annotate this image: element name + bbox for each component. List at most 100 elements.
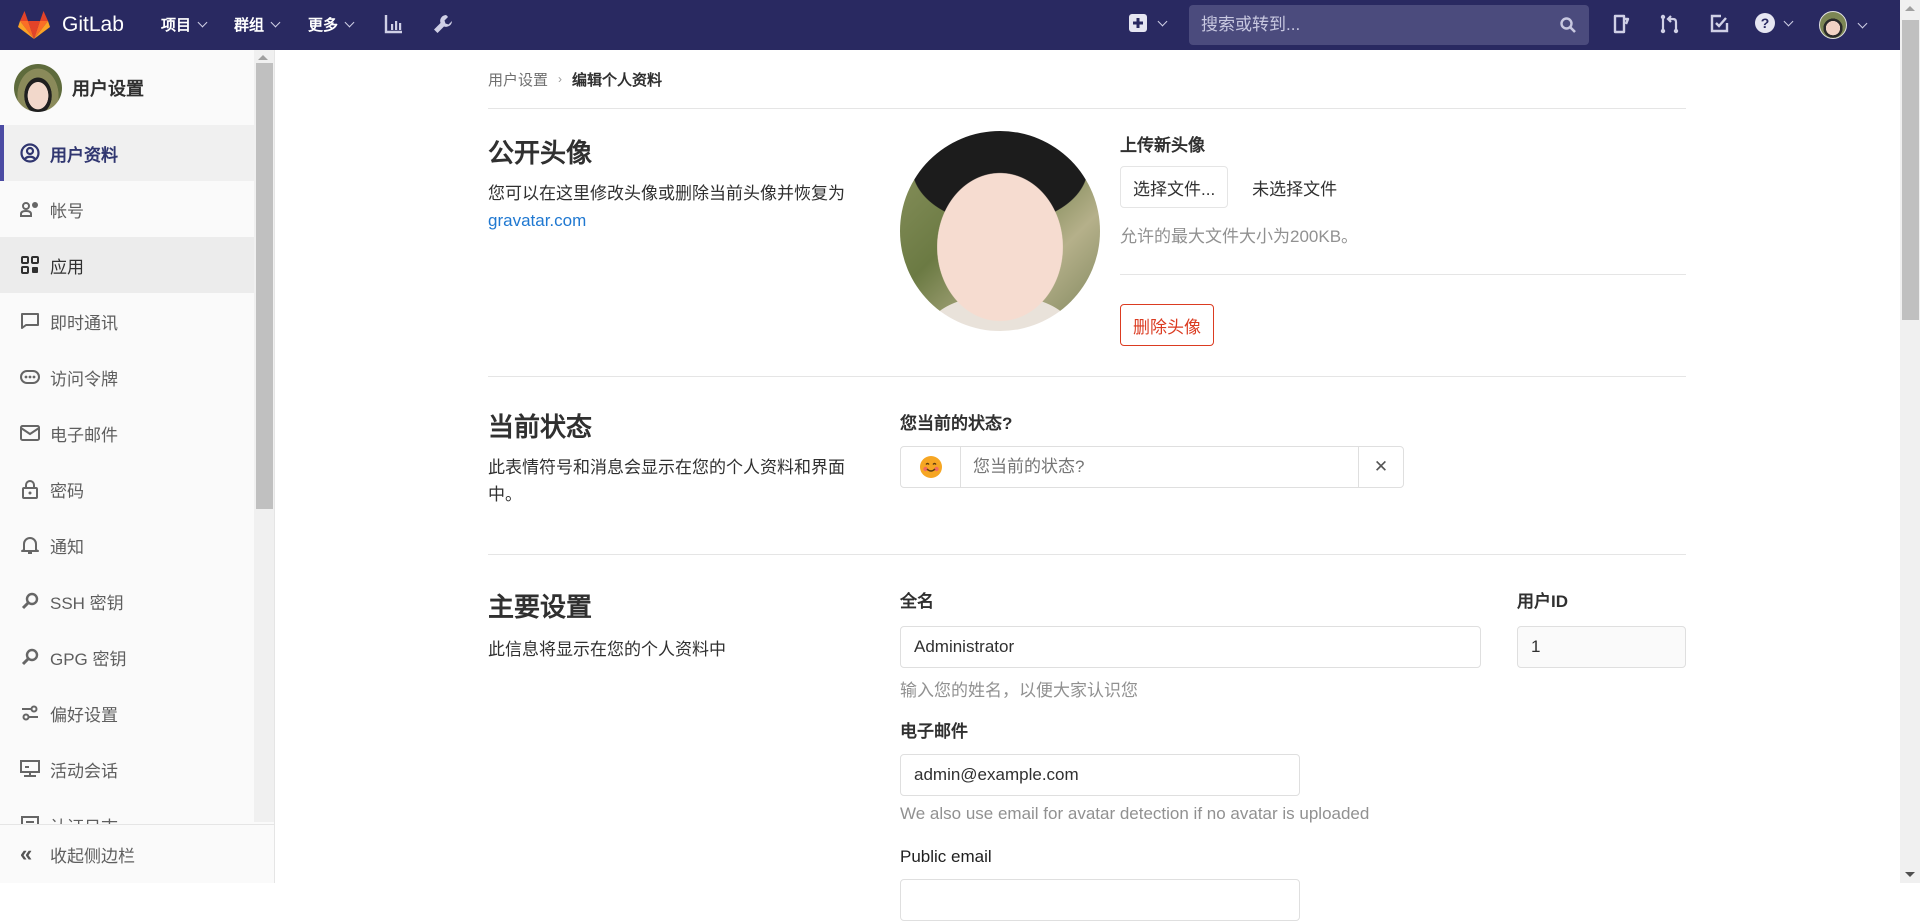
chat-icon (20, 311, 40, 331)
top-navbar: GitLab 项目 群组 更多 ? (0, 0, 1900, 50)
full-name-group: 全名 Administrator 输入您的姓名，以便大家认识您 (900, 587, 1481, 701)
activity-chart-icon[interactable] (384, 13, 404, 40)
status-message-input[interactable] (961, 447, 1358, 487)
sidebar-scrollbar[interactable] (254, 50, 274, 822)
choose-file-button[interactable]: 选择文件... (1120, 166, 1229, 208)
scroll-down-arrow-icon[interactable] (1905, 872, 1915, 877)
gitlab-home-link[interactable]: GitLab (18, 10, 124, 40)
search-icon (1560, 17, 1576, 33)
status-field-group: 您当前的状态? ✕ (900, 409, 1404, 488)
search-box[interactable] (1189, 5, 1589, 45)
main-content: 用户设置 › 编辑个人资料 公开头像 您可以在这里修改头像或删除当前头像并恢复为… (488, 50, 1686, 921)
remove-avatar-button[interactable]: 删除头像 (1120, 304, 1214, 346)
section-title: 当前状态 (488, 412, 593, 442)
nav-more-menu[interactable]: 更多 (308, 14, 355, 35)
sidebar-item-label: 活动会话 (50, 761, 118, 781)
sidebar-item-applications[interactable]: 应用 (0, 237, 254, 293)
email-group: 电子邮件 admin@example.com We also use email… (900, 717, 1369, 824)
sidebar-item-label: 访问令牌 (50, 369, 118, 389)
divider (1120, 274, 1686, 275)
scroll-up-arrow-icon[interactable] (258, 55, 268, 60)
sidebar-item-ssh-keys[interactable]: SSH 密钥 (0, 573, 254, 629)
sidebar-scrollbar-thumb[interactable] (256, 63, 273, 509)
help-dropdown[interactable]: ? (1755, 13, 1794, 33)
search-input[interactable] (1189, 5, 1589, 45)
section-description: 您可以在这里修改头像或删除当前头像并恢复为 gravatar.com (488, 180, 878, 234)
status-input-group: ✕ (900, 446, 1404, 488)
main-settings-section: 主要设置 此信息将显示在您的个人资料中 全名 Administrator 输入您… (488, 555, 1686, 921)
profile-icon (20, 143, 40, 163)
chevron-down-icon (344, 17, 355, 28)
chevron-down-icon (197, 17, 208, 28)
sidebar-item-label: 帐号 (50, 201, 84, 221)
page-scrollbar[interactable] (1900, 0, 1920, 883)
email-icon (20, 423, 40, 443)
public-email-select[interactable] (900, 879, 1300, 921)
sidebar-menu: 用户资料 帐号 应用 即时通讯 访问令牌 电子邮件 密码 通知 SSH 密钥 G… (0, 125, 254, 853)
admin-wrench-icon[interactable] (432, 13, 454, 40)
gravatar-link[interactable]: gravatar.com (488, 211, 586, 230)
key-icon (20, 647, 40, 667)
current-avatar (900, 131, 1100, 331)
svg-text:?: ? (1761, 15, 1770, 31)
breadcrumb-parent[interactable]: 用户设置 (488, 69, 548, 90)
section-description: 此信息将显示在您的个人资料中 (488, 640, 726, 659)
key-icon (20, 591, 40, 611)
current-status-section: 当前状态 此表情符号和消息会显示在您的个人资料和界面中。 您当前的状态? ✕ (488, 377, 1686, 555)
full-name-label: 全名 (900, 592, 934, 611)
nav-more-label: 更多 (308, 17, 339, 34)
token-icon (20, 367, 40, 387)
sidebar-item-label: 偏好设置 (50, 705, 118, 725)
sidebar-item-account[interactable]: 帐号 (0, 181, 254, 237)
public-email-group: Public email (900, 847, 1300, 921)
todos-icon[interactable] (1709, 13, 1729, 40)
email-label: 电子邮件 (900, 722, 968, 741)
lock-icon (20, 479, 40, 499)
breadcrumb-current: 编辑个人资料 (572, 71, 663, 89)
chevron-down-icon (1157, 16, 1168, 26)
sidebar-item-label: GPG 密钥 (50, 649, 127, 669)
nav-groups-menu[interactable]: 群组 (234, 14, 281, 35)
section-title: 公开头像 (488, 138, 593, 168)
clear-status-button[interactable]: ✕ (1358, 447, 1403, 487)
upload-avatar-label: 上传新头像 (1120, 136, 1205, 155)
email-input[interactable]: admin@example.com (900, 754, 1300, 796)
collapse-sidebar-button[interactable]: « 收起侧边栏 (0, 824, 274, 883)
sidebar-item-chat[interactable]: 即时通讯 (0, 293, 254, 349)
chevron-down-icon (270, 17, 281, 28)
sidebar-item-emails[interactable]: 电子邮件 (0, 405, 254, 461)
breadcrumb-separator-icon: › (558, 72, 563, 86)
sidebar-item-preferences[interactable]: 偏好设置 (0, 685, 254, 741)
public-email-label: Public email (900, 847, 992, 866)
new-item-dropdown[interactable] (1129, 14, 1168, 32)
breadcrumb: 用户设置 › 编辑个人资料 (488, 50, 1686, 109)
sidebar-item-password[interactable]: 密码 (0, 461, 254, 517)
user-menu-dropdown[interactable] (1819, 11, 1868, 39)
emoji-picker-button[interactable] (901, 447, 961, 487)
sidebar-item-label: SSH 密钥 (50, 593, 124, 613)
status-field-label: 您当前的状态? (900, 414, 1013, 433)
nav-projects-menu[interactable]: 项目 (161, 14, 208, 35)
gitlab-logo-icon (18, 11, 50, 39)
close-icon: ✕ (1373, 457, 1389, 476)
scroll-up-arrow-icon[interactable] (1905, 6, 1915, 11)
chevron-down-icon (1783, 16, 1794, 26)
chevron-down-icon (1857, 18, 1868, 28)
bell-icon (20, 535, 40, 555)
user-id-label: 用户ID (1517, 592, 1568, 611)
sidebar-header[interactable]: 用户设置 (0, 50, 254, 125)
sessions-icon (20, 759, 40, 779)
sidebar-item-gpg-keys[interactable]: GPG 密钥 (0, 629, 254, 685)
settings-sidebar: 用户设置 用户资料 帐号 应用 即时通讯 访问令牌 电子邮件 密码 通知 SSH… (0, 50, 275, 883)
page-scrollbar-thumb[interactable] (1902, 20, 1919, 320)
sidebar-item-access-tokens[interactable]: 访问令牌 (0, 349, 254, 405)
sidebar-item-notifications[interactable]: 通知 (0, 517, 254, 573)
user-id-input[interactable]: 1 (1517, 626, 1686, 668)
merge-requests-icon[interactable] (1659, 13, 1681, 40)
full-name-help: 输入您的姓名，以便大家认识您 (900, 681, 1138, 700)
applications-icon (20, 255, 40, 275)
sidebar-item-profile[interactable]: 用户资料 (0, 125, 254, 181)
full-name-input[interactable]: Administrator (900, 626, 1481, 668)
sidebar-item-active-sessions[interactable]: 活动会话 (0, 741, 254, 797)
issues-icon[interactable] (1612, 13, 1632, 40)
